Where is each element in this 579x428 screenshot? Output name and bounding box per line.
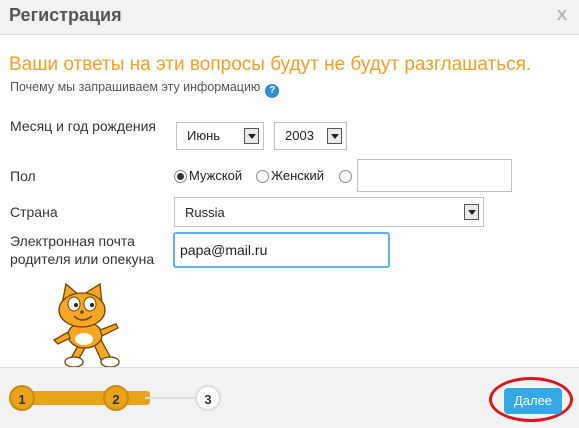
birth-month-value: Июнь [187, 128, 221, 143]
gender-male-label[interactable]: Мужской [189, 168, 242, 183]
birth-month-select[interactable]: Июнь [176, 122, 264, 150]
country-label: Страна [10, 204, 58, 220]
country-select[interactable]: Russia [174, 197, 484, 227]
dialog-title: Регистрация [9, 5, 122, 25]
birth-year-value: 2003 [285, 128, 314, 143]
gender-other-radio[interactable] [339, 170, 352, 183]
gender-female-radio[interactable] [256, 170, 269, 183]
privacy-headline: Ваши ответы на эти вопросы будут не буду… [9, 54, 532, 75]
birth-year-select[interactable]: 2003 [274, 122, 347, 150]
gender-label: Пол [10, 168, 36, 184]
step-1: 1 [9, 385, 35, 411]
why-info-link[interactable]: Почему мы запрашиваем эту информацию [10, 80, 260, 94]
gender-other-input[interactable] [357, 159, 512, 192]
email-label: Электронная почта родителя или опекуна [10, 233, 155, 267]
chevron-down-icon[interactable] [464, 204, 479, 220]
birth-label: Месяц и год рождения [10, 118, 157, 134]
country-value: Russia [185, 205, 225, 220]
email-field[interactable]: papa@mail.ru [173, 232, 390, 268]
progress-track [20, 391, 150, 405]
step-2: 2 [103, 385, 129, 411]
gender-female-label[interactable]: Женский [271, 168, 324, 183]
step-3: 3 [195, 385, 221, 411]
gender-male-radio[interactable] [174, 170, 187, 183]
why-info: Почему мы запрашиваем эту информацию? [10, 80, 280, 98]
scratch-cat-icon [52, 282, 120, 368]
progress-track-remaining [145, 397, 200, 399]
close-icon[interactable]: X [557, 7, 567, 24]
chevron-down-icon[interactable] [244, 128, 259, 144]
next-button[interactable]: Далее [504, 388, 562, 414]
chevron-down-icon[interactable] [327, 128, 342, 144]
help-icon[interactable]: ? [265, 84, 280, 98]
